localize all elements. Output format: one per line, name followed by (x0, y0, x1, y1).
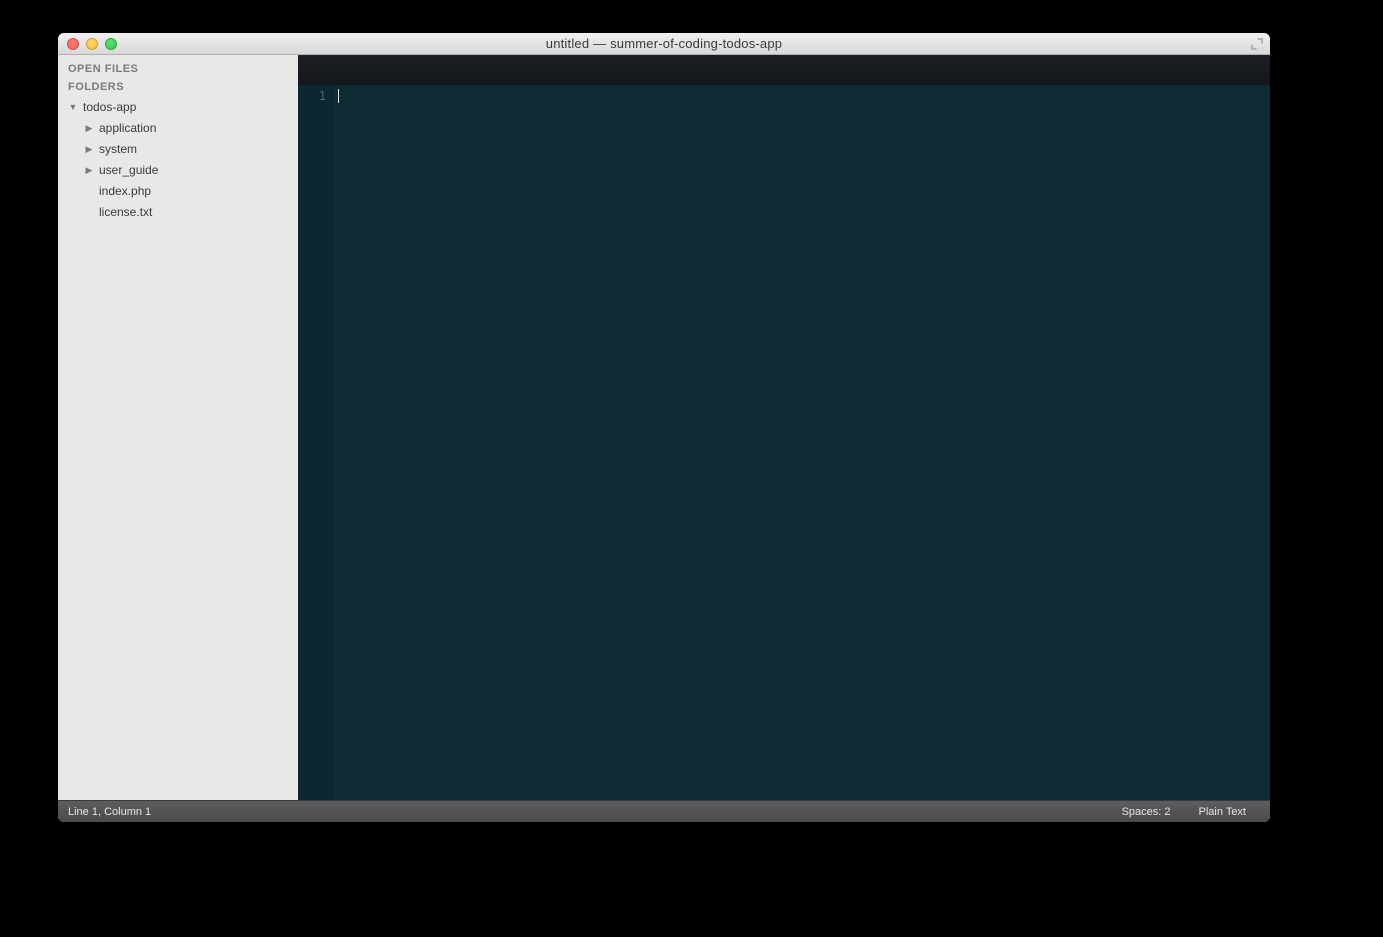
chevron-right-icon: ▶ (84, 162, 94, 179)
folder-label: todos-app (83, 99, 136, 116)
status-syntax[interactable]: Plain Text (1185, 806, 1261, 818)
folder-tree: ▼ todos-app ▶ application ▶ system (58, 95, 298, 223)
folder-label: application (99, 120, 156, 137)
window-title: untitled — summer-of-coding-todos-app (58, 36, 1270, 51)
fullscreen-icon[interactable] (1250, 37, 1264, 51)
status-bar: Line 1, Column 1 Spaces: 2 Plain Text (58, 800, 1270, 822)
file-label: index.php (99, 183, 151, 200)
folders-header[interactable]: FOLDERS (58, 77, 298, 95)
chevron-right-icon: ▶ (84, 141, 94, 158)
app-window: untitled — summer-of-coding-todos-app OP… (58, 33, 1270, 822)
sidebar-file-license-txt[interactable]: license.txt (84, 202, 298, 223)
tab-bar[interactable] (298, 55, 1270, 85)
minimize-icon[interactable] (86, 38, 98, 50)
editor[interactable]: 1 (298, 85, 1270, 800)
sidebar-folder-application[interactable]: ▶ application (84, 118, 298, 139)
status-position[interactable]: Line 1, Column 1 (68, 806, 165, 818)
sidebar-folder-system[interactable]: ▶ system (84, 139, 298, 160)
folder-children: ▶ application ▶ system ▶ user_guide (68, 118, 298, 223)
main-area: OPEN FILES FOLDERS ▼ todos-app ▶ applica… (58, 55, 1270, 800)
code-area[interactable] (334, 85, 1270, 800)
folder-label: system (99, 141, 137, 158)
line-number: 1 (298, 89, 326, 103)
editor-area: 1 (298, 55, 1270, 800)
traffic-lights (58, 38, 117, 50)
sidebar-folder-todos-app[interactable]: ▼ todos-app (68, 97, 298, 118)
sidebar-folder-user-guide[interactable]: ▶ user_guide (84, 160, 298, 181)
zoom-icon[interactable] (105, 38, 117, 50)
line-gutter: 1 (298, 85, 334, 800)
text-cursor-icon (338, 89, 339, 103)
folder-label: user_guide (99, 162, 158, 179)
status-indent[interactable]: Spaces: 2 (1108, 806, 1185, 818)
sidebar-file-index-php[interactable]: index.php (84, 181, 298, 202)
sidebar: OPEN FILES FOLDERS ▼ todos-app ▶ applica… (58, 55, 298, 800)
close-icon[interactable] (67, 38, 79, 50)
titlebar[interactable]: untitled — summer-of-coding-todos-app (58, 33, 1270, 55)
chevron-right-icon: ▶ (84, 120, 94, 137)
window-body: OPEN FILES FOLDERS ▼ todos-app ▶ applica… (58, 55, 1270, 822)
chevron-down-icon: ▼ (68, 99, 78, 116)
file-label: license.txt (99, 204, 152, 221)
open-files-header[interactable]: OPEN FILES (58, 59, 298, 77)
